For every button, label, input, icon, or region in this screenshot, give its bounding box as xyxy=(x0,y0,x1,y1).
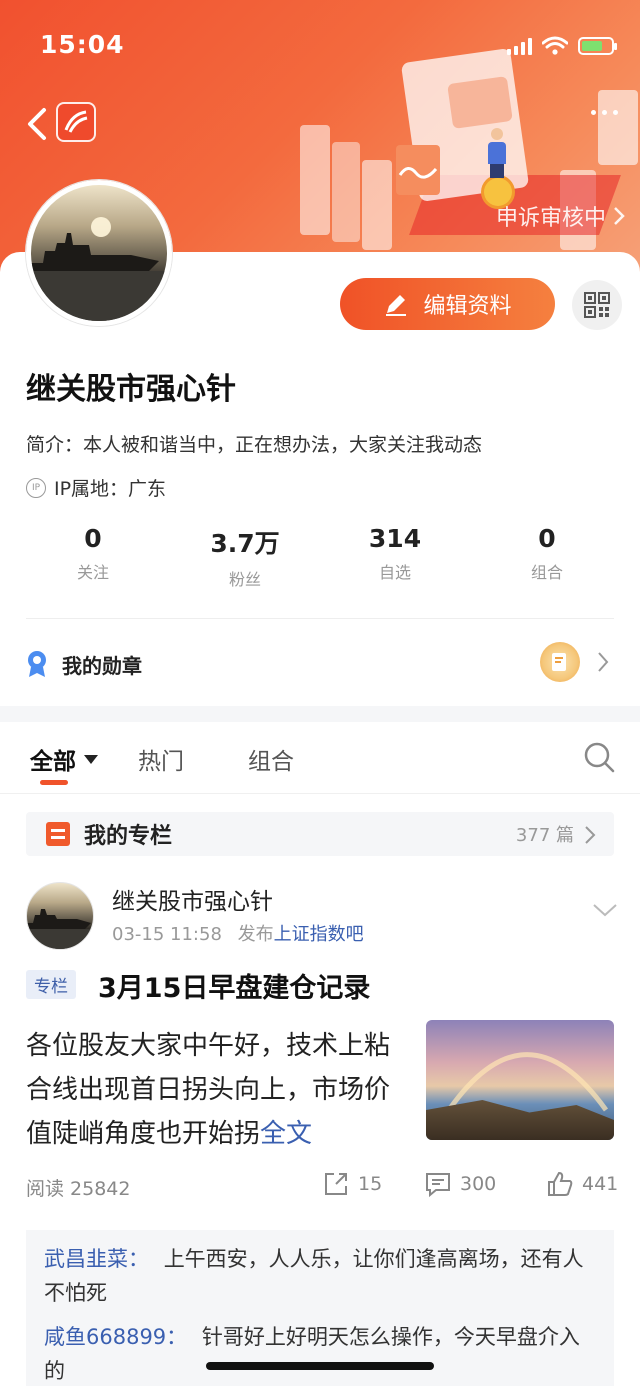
stat-followers[interactable]: 3.7万 粉丝 xyxy=(200,524,290,590)
stat-label: 组合 xyxy=(530,563,563,582)
avatar[interactable] xyxy=(26,180,172,326)
app-logo-icon[interactable] xyxy=(56,102,96,142)
appeal-status-text: 申诉审核中 xyxy=(495,206,606,231)
home-indicator[interactable] xyxy=(206,1362,434,1370)
my-column-label: 我的专栏 xyxy=(84,824,173,849)
profile-name: 继关股市强心针 xyxy=(26,372,236,407)
medal-icon xyxy=(28,651,46,677)
banner-decoration xyxy=(332,142,360,242)
like-button[interactable]: 441 xyxy=(546,1170,618,1198)
chevron-right-icon xyxy=(585,826,596,844)
status-bar: 15:04 xyxy=(0,0,640,90)
ip-location-text: IP属地：广东 xyxy=(54,478,167,500)
stat-watchlist[interactable]: 314 自选 xyxy=(360,524,430,583)
tab-hot[interactable]: 热门 xyxy=(138,742,184,776)
stat-label: 粉丝 xyxy=(228,570,261,589)
status-time: 15:04 xyxy=(40,30,125,59)
divider xyxy=(26,618,614,619)
edit-profile-button[interactable]: 编辑资料 xyxy=(340,278,555,330)
post-forum-link[interactable]: 上证指数吧 xyxy=(274,924,364,945)
chevron-down-icon[interactable] xyxy=(592,902,618,918)
qr-code-button[interactable] xyxy=(572,280,622,330)
stat-value: 0 xyxy=(84,524,102,553)
full-text-link[interactable]: 全文 xyxy=(260,1119,312,1149)
post-title[interactable]: 3月15日早盘建仓记录 xyxy=(98,966,370,1005)
comment-item: 武昌韭菜： 上午西安，人人乐，让你们逢高离场，还有人不怕死 xyxy=(44,1242,596,1310)
ip-location: IP IP属地：广东 xyxy=(26,474,166,501)
banner-decoration xyxy=(362,160,392,250)
tab-label: 全部 xyxy=(30,749,76,775)
share-button[interactable]: 15 xyxy=(322,1170,382,1198)
column-tag: 专栏 xyxy=(26,970,76,999)
pencil-icon xyxy=(386,295,407,316)
profile-bio: 简介：本人被和谐当中，正在想办法，大家关注我动态 xyxy=(26,434,483,456)
search-icon[interactable] xyxy=(582,740,616,774)
wifi-icon xyxy=(542,36,568,55)
comment-count: 300 xyxy=(460,1173,497,1195)
stat-value: 0 xyxy=(538,524,556,553)
my-medals-row[interactable]: 我的勋章 xyxy=(26,636,614,692)
stat-value: 3.7万 xyxy=(210,529,280,558)
back-icon[interactable] xyxy=(22,104,52,144)
chevron-right-icon xyxy=(614,207,625,225)
section-gap xyxy=(0,706,640,722)
post-published-in: 发布 xyxy=(237,924,274,945)
column-count: 377 篇 xyxy=(515,825,574,846)
appeal-status-link[interactable]: 申诉审核中 xyxy=(496,200,626,232)
banner-decoration xyxy=(598,90,638,165)
column-icon xyxy=(46,822,70,846)
caret-down-icon xyxy=(84,754,98,764)
stat-following[interactable]: 0 关注 xyxy=(58,524,128,583)
qr-code-icon xyxy=(584,292,610,318)
signal-icon xyxy=(507,37,532,55)
medal-badge-icon xyxy=(540,642,580,682)
post-meta: 03-15 11:58 发布上证指数吧 xyxy=(112,920,364,946)
content-tabs: 全部 热门 组合 xyxy=(0,722,640,794)
active-tab-indicator xyxy=(40,780,68,785)
comment-icon xyxy=(426,1173,450,1198)
stat-label: 关注 xyxy=(76,563,109,582)
my-medals-label: 我的勋章 xyxy=(62,653,142,678)
battery-icon xyxy=(578,37,617,55)
banner-decoration xyxy=(396,145,440,195)
comment-item: 咸鱼668899： 针哥好上好明天怎么操作，今天早盘介入的 xyxy=(44,1320,596,1386)
comment-user[interactable]: 武昌韭菜： xyxy=(44,1247,149,1271)
my-column-bar[interactable]: 我的专栏 377 篇 xyxy=(26,812,614,856)
post-time: 03-15 11:58 xyxy=(112,924,222,945)
comment-button[interactable]: 300 xyxy=(424,1170,496,1198)
banner-decoration xyxy=(300,125,330,235)
stat-label: 自选 xyxy=(378,563,411,582)
read-count: 阅读 25842 xyxy=(26,1178,131,1200)
post-excerpt-text: 各位股友大家中午好，技术上粘合线出现首日拐头向上，市场价值陡峭角度也开始拐 xyxy=(26,1031,391,1149)
tab-all[interactable]: 全部 xyxy=(30,742,98,776)
post-excerpt[interactable]: 各位股友大家中午好，技术上粘合线出现首日拐头向上，市场价值陡峭角度也开始拐全文 xyxy=(26,1024,406,1156)
post-author-name[interactable]: 继关股市强心针 xyxy=(112,882,273,916)
ip-icon: IP xyxy=(26,477,46,498)
like-count: 441 xyxy=(582,1173,619,1195)
post-author-avatar[interactable] xyxy=(26,882,94,950)
edit-profile-label: 编辑资料 xyxy=(423,294,512,319)
tab-portfolio[interactable]: 组合 xyxy=(248,742,294,776)
stat-portfolios[interactable]: 0 组合 xyxy=(512,524,582,583)
stat-value: 314 xyxy=(368,524,422,553)
more-options-icon[interactable] xyxy=(591,110,618,115)
chevron-right-icon xyxy=(598,652,609,672)
share-icon xyxy=(325,1173,347,1195)
person-illustration xyxy=(484,128,510,180)
post-actions: 阅读 25842 15 300 441 xyxy=(26,1170,618,1202)
post-thumbnail[interactable] xyxy=(426,1020,614,1140)
thumbs-up-icon xyxy=(548,1171,573,1196)
comment-user[interactable]: 咸鱼668899： xyxy=(44,1325,187,1349)
share-count: 15 xyxy=(358,1173,383,1195)
